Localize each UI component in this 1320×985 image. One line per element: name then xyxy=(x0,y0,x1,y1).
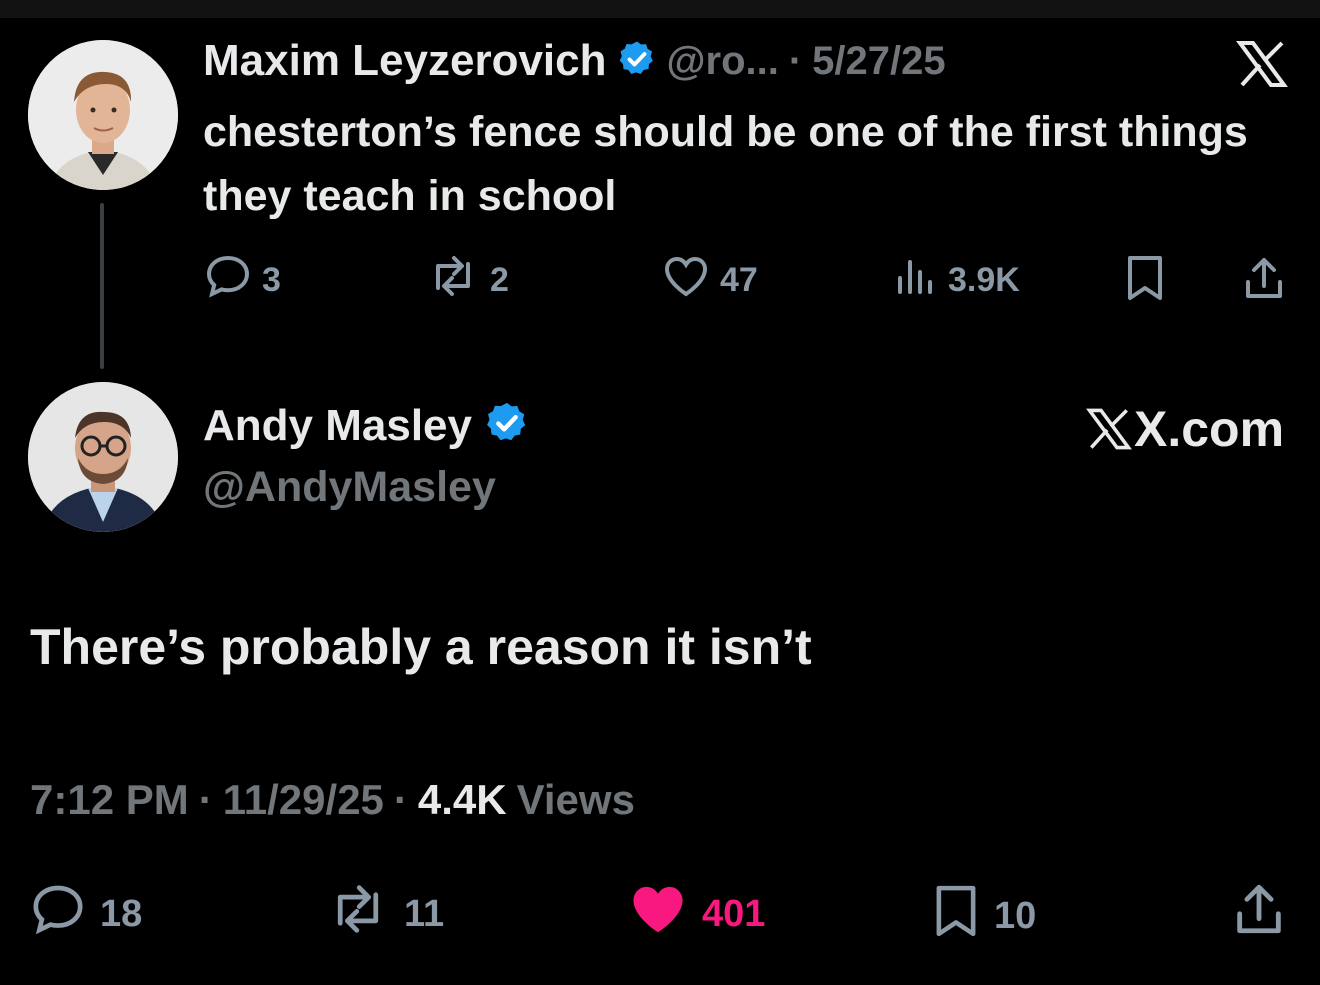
repost-icon xyxy=(426,254,480,307)
like-icon xyxy=(662,254,710,307)
share-icon xyxy=(1232,884,1286,942)
views-label: Views xyxy=(516,776,635,823)
tweet-date[interactable]: 11/29/25 xyxy=(223,776,384,824)
avatar-andy[interactable] xyxy=(28,382,178,532)
source-xcom[interactable]: X.com xyxy=(1086,400,1284,458)
verified-badge-icon xyxy=(617,39,657,84)
repost-count: 2 xyxy=(490,261,509,299)
share-button[interactable] xyxy=(1232,880,1286,943)
status-bar-strip xyxy=(0,0,1320,18)
share-button[interactable] xyxy=(1242,254,1286,307)
quoted-author-name[interactable]: Maxim Leyzerovich xyxy=(203,36,607,86)
quoted-date[interactable]: 5/27/25 xyxy=(812,39,945,84)
bookmark-button[interactable]: 10 xyxy=(932,882,1036,950)
views-icon xyxy=(894,254,938,307)
thread-connector-line xyxy=(100,203,104,369)
bookmark-icon xyxy=(1124,256,1166,306)
like-count: 47 xyxy=(720,261,758,299)
reply-icon xyxy=(204,254,252,307)
bookmark-count: 10 xyxy=(994,894,1037,937)
repost-button[interactable]: 11 xyxy=(326,882,444,946)
quoted-author-handle[interactable]: @ro... xyxy=(667,39,779,84)
reply-button[interactable]: 18 xyxy=(30,882,142,946)
tweet-text: There’s probably a reason it isn’t xyxy=(30,619,812,675)
source-label: X.com xyxy=(1134,401,1285,457)
reply-count: 18 xyxy=(100,892,143,935)
share-icon xyxy=(1242,258,1286,306)
quoted-tweet-text: chesterton’s fence should be one of the … xyxy=(203,108,1248,220)
author-handle[interactable]: @AndyMasley xyxy=(203,463,496,512)
reply-count: 3 xyxy=(262,261,281,299)
x-logo-icon[interactable] xyxy=(1236,40,1288,93)
like-icon xyxy=(628,882,688,946)
x-logo-icon xyxy=(1086,408,1132,450)
tweet-meta: 7:12 PM · 11/29/25 · 4.4K Views xyxy=(30,776,635,824)
bookmark-icon xyxy=(932,882,980,950)
views-button[interactable]: 3.9K xyxy=(894,254,1020,307)
repost-count: 11 xyxy=(404,892,445,935)
avatar-maxim[interactable] xyxy=(28,40,178,190)
tweet-time[interactable]: 7:12 PM xyxy=(30,776,189,824)
repost-icon xyxy=(326,882,390,946)
bookmark-button[interactable] xyxy=(1124,254,1166,307)
author-name[interactable]: Andy Masley xyxy=(203,401,472,451)
verified-badge-icon xyxy=(484,400,530,451)
like-count: 401 xyxy=(702,892,766,935)
views-count: 3.9K xyxy=(948,261,1020,299)
reply-icon xyxy=(30,882,86,946)
separator-dot: · xyxy=(198,776,213,823)
like-button[interactable]: 401 xyxy=(628,882,765,946)
separator-dot: · xyxy=(393,776,408,823)
separator-dot: · xyxy=(788,38,803,83)
reply-button[interactable]: 3 xyxy=(204,254,281,307)
repost-button[interactable]: 2 xyxy=(426,254,509,307)
like-button[interactable]: 47 xyxy=(662,254,758,307)
views-count[interactable]: 4.4K xyxy=(418,776,507,824)
